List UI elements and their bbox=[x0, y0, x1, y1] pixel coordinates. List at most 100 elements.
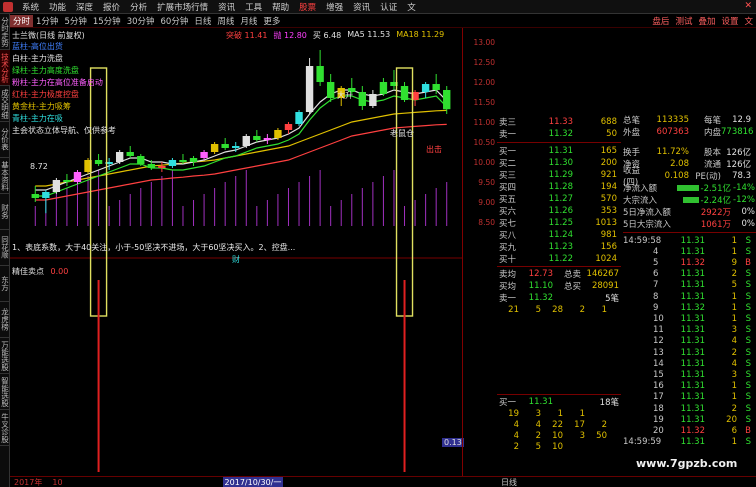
period-tab[interactable]: 更多 bbox=[260, 15, 283, 27]
menu-item[interactable]: 资讯 bbox=[213, 1, 240, 13]
side-tab[interactable]: 同花顺 bbox=[0, 230, 10, 266]
tick-row[interactable]: 20 11.32 6 B bbox=[623, 425, 756, 436]
tick-row[interactable]: 9 11.32 1 S bbox=[623, 302, 756, 313]
side-tab[interactable]: 万能选股 bbox=[0, 338, 10, 374]
bid-row[interactable]: 买五 11.27 570 bbox=[497, 193, 621, 205]
menu-item[interactable]: 帮助 bbox=[267, 1, 294, 13]
bid-row[interactable]: 买七 11.25 1013 bbox=[497, 217, 621, 229]
tick-row[interactable]: 12 11.31 4 S bbox=[623, 336, 756, 347]
tick-time: 20 bbox=[653, 425, 664, 436]
tick-row[interactable]: 14 11.31 4 S bbox=[623, 358, 756, 369]
tick-row[interactable]: 13 11.31 2 S bbox=[623, 347, 756, 358]
tick-row[interactable]: 15 11.31 3 S bbox=[623, 369, 756, 380]
tick-row[interactable]: 11 11.31 3 S bbox=[623, 325, 756, 336]
toolbar-right-item[interactable]: 盘后 bbox=[649, 15, 672, 27]
period-tab[interactable]: 周线 bbox=[214, 15, 237, 27]
menu-item[interactable]: 增强 bbox=[321, 1, 348, 13]
tick-row[interactable]: 14:59:58 11.31 1 S bbox=[623, 235, 756, 246]
side-tab[interactable]: 智能选股 bbox=[0, 374, 10, 410]
tick-row[interactable]: 6 11.31 2 S bbox=[623, 269, 756, 280]
toolbar-right-item[interactable]: 设置 bbox=[718, 15, 741, 27]
bid-row[interactable]: 买八 11.24 981 bbox=[497, 229, 621, 241]
period-tab[interactable]: 日线 bbox=[191, 15, 214, 27]
ask-row[interactable]: 卖三 11.33 688 bbox=[497, 116, 621, 128]
bid-row[interactable]: 买六 11.26 353 bbox=[497, 205, 621, 217]
tick-row[interactable]: 18 11.31 2 S bbox=[623, 403, 756, 414]
tick-price: 11.31 bbox=[680, 392, 705, 403]
stat-key: 股本 bbox=[703, 148, 721, 158]
menu-item[interactable]: 扩展市场行情 bbox=[152, 1, 213, 13]
tick-list[interactable]: 14:59:58 11.31 1 S 4 11.31 1 S 5 11.32 9 B 6 11.31 2 S 7… bbox=[623, 232, 756, 476]
menu-item[interactable]: 工具 bbox=[240, 1, 267, 13]
stat-row: 外盘 607363 内盘 773816 bbox=[623, 126, 756, 138]
bid-row[interactable]: 买二 11.30 200 bbox=[497, 157, 621, 169]
bid-row[interactable]: 买三 11.29 921 bbox=[497, 169, 621, 181]
tick-row[interactable]: 5 11.32 9 B bbox=[623, 257, 756, 268]
menu-item[interactable]: 深度 bbox=[71, 1, 98, 13]
highlight-box bbox=[395, 67, 414, 317]
app-icon[interactable] bbox=[3, 1, 13, 12]
menu-item[interactable]: 股票 bbox=[294, 1, 321, 13]
candle-body bbox=[253, 136, 261, 140]
tick-direction: S bbox=[745, 358, 751, 369]
tick-row[interactable]: 4 11.31 1 S bbox=[623, 246, 756, 257]
candle-body bbox=[443, 90, 451, 110]
book-divider bbox=[497, 394, 621, 395]
period-tab[interactable]: 60分钟 bbox=[158, 15, 192, 27]
bid-label: 买一 bbox=[499, 147, 517, 157]
tick-time: 18 bbox=[653, 403, 664, 414]
menu-item[interactable]: 报价 bbox=[98, 1, 125, 13]
tick-row[interactable]: 16 11.31 1 S bbox=[623, 381, 756, 392]
side-tab[interactable]: 龙虎榜 bbox=[0, 302, 10, 338]
tick-row[interactable]: 17 11.31 1 S bbox=[623, 392, 756, 403]
side-tab[interactable]: 基本资料 bbox=[0, 158, 10, 194]
menu-item[interactable]: 文 bbox=[402, 1, 421, 13]
bid-label: 买九 bbox=[499, 243, 517, 253]
menu-item[interactable]: 资讯 bbox=[348, 1, 375, 13]
side-tab[interactable]: 技术分析 bbox=[0, 50, 10, 86]
tick-row[interactable]: 14:59:59 11.31 1 S bbox=[623, 437, 756, 448]
toolbar-right-item[interactable]: 叠加 bbox=[695, 15, 718, 27]
bid-price: 11.22 bbox=[548, 254, 573, 264]
bid-volume: 1013 bbox=[595, 218, 617, 228]
finance-marker[interactable]: 财 bbox=[232, 254, 240, 265]
toolbar-right-item[interactable]: 文 bbox=[741, 15, 756, 27]
side-tab[interactable]: 分价表 bbox=[0, 122, 10, 158]
period-tab[interactable]: 月线 bbox=[237, 15, 260, 27]
indicator-label: 红柱-主力极度控盘 bbox=[12, 90, 79, 99]
side-tab[interactable]: 牛叉诊股 bbox=[0, 410, 10, 446]
candle-body bbox=[316, 66, 324, 82]
period-tab[interactable]: 分时 bbox=[10, 14, 34, 27]
ask-row[interactable]: 卖一 11.32 50 bbox=[497, 128, 621, 140]
toolbar-right-item[interactable]: 测试 bbox=[672, 15, 695, 27]
period-tab[interactable]: 5分钟 bbox=[61, 15, 89, 27]
menu-item[interactable]: 功能 bbox=[44, 1, 71, 13]
flow-percent: -14% bbox=[733, 183, 755, 193]
side-tab[interactable]: 东方 bbox=[0, 266, 10, 302]
kline-chart[interactable]: 士兰微(日线 前复权) 突破 11.41 抛 12.80 买 6.48 MA5 11.… bbox=[10, 28, 497, 476]
flow-value: -2.24亿 bbox=[700, 196, 732, 206]
side-tab[interactable]: 财务 bbox=[0, 194, 10, 230]
tick-row[interactable]: 10 11.31 1 S bbox=[623, 313, 756, 324]
bid-row[interactable]: 买四 11.28 194 bbox=[497, 181, 621, 193]
period-tab[interactable]: 1分钟 bbox=[33, 15, 61, 27]
tick-row[interactable]: 19 11.31 20 S bbox=[623, 414, 756, 425]
bid-row[interactable]: 买一 11.31 165 bbox=[497, 145, 621, 157]
menu-item[interactable]: 分析 bbox=[125, 1, 152, 13]
tick-row[interactable]: 7 11.31 5 S bbox=[623, 280, 756, 291]
menu-item[interactable]: 系统 bbox=[17, 1, 44, 13]
bid-row[interactable]: 买九 11.23 156 bbox=[497, 241, 621, 253]
side-tab[interactable]: 分时走势 bbox=[0, 14, 10, 50]
side-tab[interactable]: 成交明细 bbox=[0, 86, 10, 122]
buy1-qty: 1 bbox=[579, 409, 585, 419]
period-tab[interactable]: 30分钟 bbox=[124, 15, 158, 27]
period-tab[interactable]: 15分钟 bbox=[90, 15, 124, 27]
close-icon[interactable]: ✕ bbox=[744, 1, 752, 11]
tick-time: 12 bbox=[653, 336, 664, 347]
buy1-price: 11.31 bbox=[528, 397, 553, 407]
candle-body bbox=[369, 94, 377, 106]
bid-row[interactable]: 买十 11.22 1024 bbox=[497, 253, 621, 265]
tick-row[interactable]: 8 11.31 1 S bbox=[623, 291, 756, 302]
menu-item[interactable]: 认证 bbox=[375, 1, 402, 13]
rat-label: 老鼠仓 bbox=[390, 129, 414, 138]
